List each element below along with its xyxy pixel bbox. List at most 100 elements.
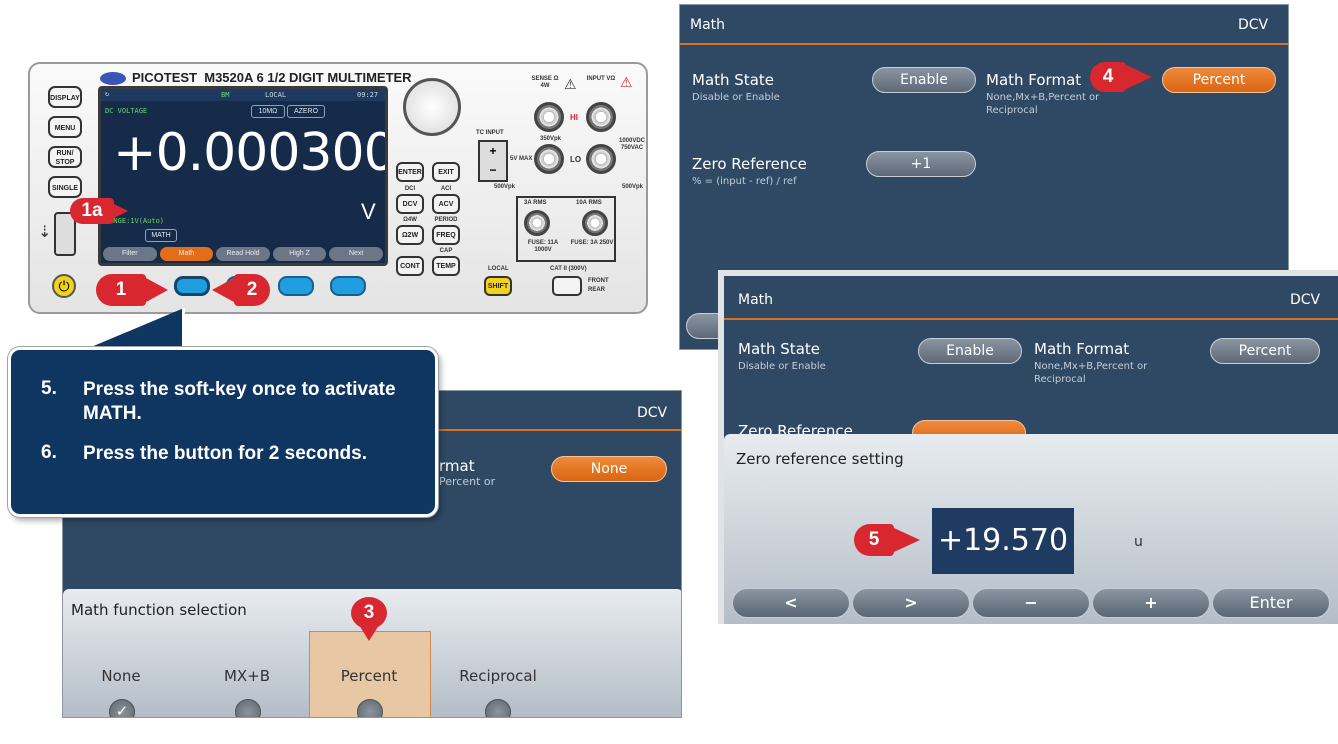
- soft-key-5[interactable]: [330, 276, 366, 296]
- soft-key-2[interactable]: [174, 276, 210, 296]
- tc-input-connector: + −: [478, 140, 508, 182]
- lo-label: LO: [570, 155, 582, 164]
- shift-key[interactable]: SHIFT: [484, 276, 512, 296]
- radio-percent[interactable]: [357, 699, 383, 717]
- o4w-label: Ω4W: [403, 217, 417, 223]
- input-hi-jack[interactable]: [586, 102, 616, 132]
- softkey-next: Next: [329, 247, 383, 261]
- current-3a-jack[interactable]: [524, 210, 550, 236]
- tr-math-state-button[interactable]: Enable: [872, 67, 976, 93]
- front-label: FRONT: [588, 278, 609, 284]
- nav-left-button[interactable]: <: [732, 588, 850, 618]
- br-math-format-sub: None,Mx+B,Percent or Reciprocal: [1034, 361, 1148, 385]
- zero-reference-dialog: Zero reference setting +19.570 u < > − +…: [724, 434, 1338, 624]
- cat-label: CAT II (300V): [550, 266, 587, 272]
- tr-math-format-button[interactable]: Percent: [1162, 67, 1276, 93]
- v1000-label: 1000VDC 750VAC: [618, 138, 645, 151]
- badge-5: 5: [854, 524, 894, 556]
- badge-4-pointer: [1126, 65, 1152, 89]
- tr-zero-ref-sub: % = (input - ref) / ref: [692, 176, 797, 187]
- sense-lo-jack[interactable]: [534, 144, 564, 174]
- current-10a-jack[interactable]: [582, 210, 608, 236]
- nav-enter-button[interactable]: Enter: [1212, 588, 1330, 618]
- dcv-key[interactable]: DCV: [396, 194, 424, 214]
- option-reciprocal[interactable]: Reciprocal: [443, 667, 553, 685]
- badge-4: 4: [1090, 62, 1126, 92]
- rotary-knob[interactable]: [403, 78, 461, 136]
- tr-math-state-sub: Disable or Enable: [692, 92, 780, 103]
- radio-none-checked-icon[interactable]: ✓: [109, 699, 135, 717]
- fuse1-label: FUSE: 11A 1000V: [527, 240, 559, 253]
- soft-key-4[interactable]: [278, 276, 314, 296]
- model-name: M3520A 6 1/2 DIGIT MULTIMETER: [204, 70, 412, 85]
- math-selection-title: Math function selection: [71, 601, 247, 619]
- brand-header: PICOTEST M3520A 6 1/2 DIGIT MULTIMETER: [100, 70, 412, 86]
- freq-key[interactable]: FREQ: [432, 225, 460, 245]
- single-key[interactable]: SINGLE: [48, 176, 82, 198]
- bl-math-format-button[interactable]: None: [551, 456, 667, 482]
- lcd-reading: +0.000300: [113, 123, 388, 183]
- badge-3-pointer: [359, 625, 379, 641]
- br-divider: [724, 318, 1338, 320]
- aci-label: ACI: [440, 186, 452, 192]
- power-icon[interactable]: ⏻: [52, 274, 76, 298]
- lcd-softkey-bar: Filter Math Read Hold High Z Next: [103, 247, 383, 261]
- zero-ref-dialog-title: Zero reference setting: [736, 450, 904, 468]
- display-key[interactable]: DISPLAY: [48, 86, 82, 108]
- br-math-format-button[interactable]: Percent: [1210, 338, 1320, 364]
- lcd-time: 09:27: [357, 91, 379, 99]
- zero-ref-unit: u: [1134, 534, 1143, 550]
- softkey-high-z: High Z: [272, 247, 327, 261]
- sense-hi-jack[interactable]: [534, 102, 564, 132]
- picotest-logo: [100, 72, 126, 86]
- softkey-read-hold: Read Hold: [216, 247, 270, 261]
- nav-right-button[interactable]: >: [852, 588, 970, 618]
- dci-label: DCI: [404, 186, 416, 192]
- softkey-math: Math: [159, 247, 214, 261]
- br-mode: DCV: [1290, 292, 1321, 308]
- fuse2-label: FUSE: 3A 250V: [570, 240, 614, 246]
- option-none[interactable]: None: [71, 667, 171, 685]
- badge-2-pointer: [212, 278, 234, 302]
- refresh-icon: ↻: [105, 90, 110, 98]
- option-mxb[interactable]: MX+B: [197, 667, 297, 685]
- menu-key[interactable]: MENU: [48, 116, 82, 138]
- o2w-key[interactable]: Ω2W: [396, 225, 424, 245]
- tr-zero-ref-button[interactable]: +1: [866, 151, 976, 177]
- temp-key[interactable]: TEMP: [432, 256, 460, 276]
- badge-1-pointer: [146, 278, 168, 302]
- tr-mode: DCV: [1238, 17, 1269, 33]
- exit-key[interactable]: EXIT: [432, 162, 460, 182]
- input-lo-jack[interactable]: [586, 144, 616, 174]
- enter-key[interactable]: ENTER: [396, 162, 424, 182]
- panel-zero-reference: Math DCV Math State Disable or Enable En…: [718, 270, 1338, 624]
- badge-5-pointer: [894, 528, 920, 552]
- acv-key[interactable]: ACV: [432, 194, 460, 214]
- run-stop-key[interactable]: RUN/ STOP: [48, 146, 82, 168]
- v5max-label: 5V MAX: [510, 156, 533, 162]
- zero-ref-value-field[interactable]: +19.570: [932, 508, 1074, 574]
- front-rear-switch[interactable]: [552, 276, 582, 296]
- tr-math-format-sub: None,Mx+B,Percent or Reciprocal: [986, 92, 1100, 116]
- cont-key[interactable]: CONT: [396, 256, 424, 276]
- nav-plus-button[interactable]: +: [1092, 588, 1210, 618]
- lcd-status-indicator: BM: [221, 91, 230, 99]
- badge-2: 2: [234, 274, 270, 306]
- br-math-state-button[interactable]: Enable: [918, 338, 1022, 364]
- nav-minus-button[interactable]: −: [972, 588, 1090, 618]
- radio-mxb[interactable]: [235, 699, 261, 717]
- option-percent[interactable]: Percent: [319, 667, 419, 685]
- input-label: INPUT VΩ: [586, 76, 616, 82]
- radio-reciprocal[interactable]: [485, 699, 511, 717]
- lcd-status-bar: [101, 89, 385, 101]
- br-math-state-label: Math State: [738, 340, 820, 358]
- a10-label: 10A RMS: [576, 200, 602, 206]
- lcd-impedance-button: 10MΩ: [251, 105, 285, 118]
- callout-pointer: [84, 308, 184, 350]
- br-title: Math: [738, 292, 774, 308]
- usb-icon: ⇣: [38, 224, 52, 241]
- tr-zero-ref-label: Zero Reference: [692, 155, 807, 173]
- tc-input-label: TC INPUT: [476, 130, 504, 136]
- tr-divider: [680, 43, 1288, 45]
- softkey-filter: Filter: [103, 247, 157, 261]
